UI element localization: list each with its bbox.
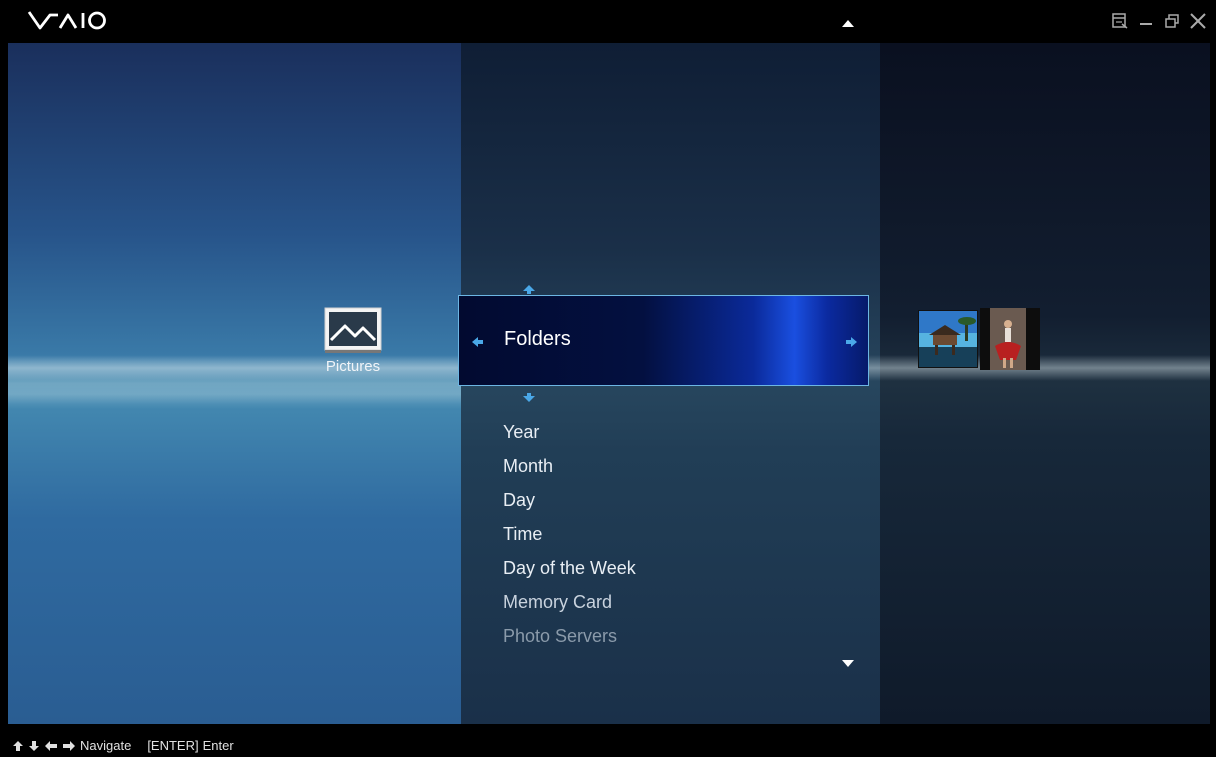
preview-thumbnails — [918, 308, 1040, 370]
keyboard-hint: Navigate [ENTER] Enter — [12, 738, 234, 753]
restore-icon[interactable] — [1162, 10, 1182, 32]
menu-list: Year Month Day Time Day of the Week Memo… — [503, 415, 636, 653]
selected-item-label: Folders — [504, 328, 571, 350]
enter-label: Enter — [202, 738, 234, 753]
menu-item-month[interactable]: Month — [503, 449, 636, 483]
left-arrow-icon[interactable] — [471, 335, 485, 353]
preview-panel — [880, 43, 1210, 724]
minimize-icon[interactable] — [1136, 10, 1156, 32]
scroll-down-icon[interactable] — [841, 656, 855, 674]
scroll-up-icon[interactable] — [841, 15, 855, 33]
up-key-icon — [12, 740, 24, 752]
footer-bar: Navigate [ENTER] Enter — [0, 724, 1216, 757]
thumbnail-beach-image[interactable] — [918, 310, 978, 368]
window-controls — [1110, 10, 1208, 32]
menu-item-photo-servers[interactable]: Photo Servers — [503, 619, 636, 653]
pictures-icon — [323, 306, 383, 354]
title-bar — [0, 0, 1216, 43]
close-icon[interactable] — [1188, 10, 1208, 32]
menu-item-year[interactable]: Year — [503, 415, 636, 449]
right-key-icon — [62, 740, 76, 752]
pictures-label: Pictures — [325, 358, 381, 375]
right-arrow-icon[interactable] — [844, 335, 858, 353]
vaio-logo — [27, 9, 107, 36]
menu-item-memory-card[interactable]: Memory Card — [503, 585, 636, 619]
menu-item-day[interactable]: Day — [503, 483, 636, 517]
down-key-icon — [28, 740, 40, 752]
enter-key-label: [ENTER] — [147, 738, 199, 753]
navigate-label: Navigate — [80, 738, 132, 753]
left-key-icon — [44, 740, 58, 752]
pictures-category[interactable]: Pictures — [318, 306, 388, 375]
thumbnail-dancer-image[interactable] — [980, 308, 1040, 370]
horizon-glow-secondary — [8, 379, 461, 409]
menu-item-time[interactable]: Time — [503, 517, 636, 551]
mode-toggle-icon[interactable] — [1110, 10, 1130, 32]
menu-item-day-of-week[interactable]: Day of the Week — [503, 551, 636, 585]
menu-down-arrow-icon[interactable] — [521, 391, 537, 409]
selected-menu-item[interactable]: Folders — [458, 295, 869, 386]
